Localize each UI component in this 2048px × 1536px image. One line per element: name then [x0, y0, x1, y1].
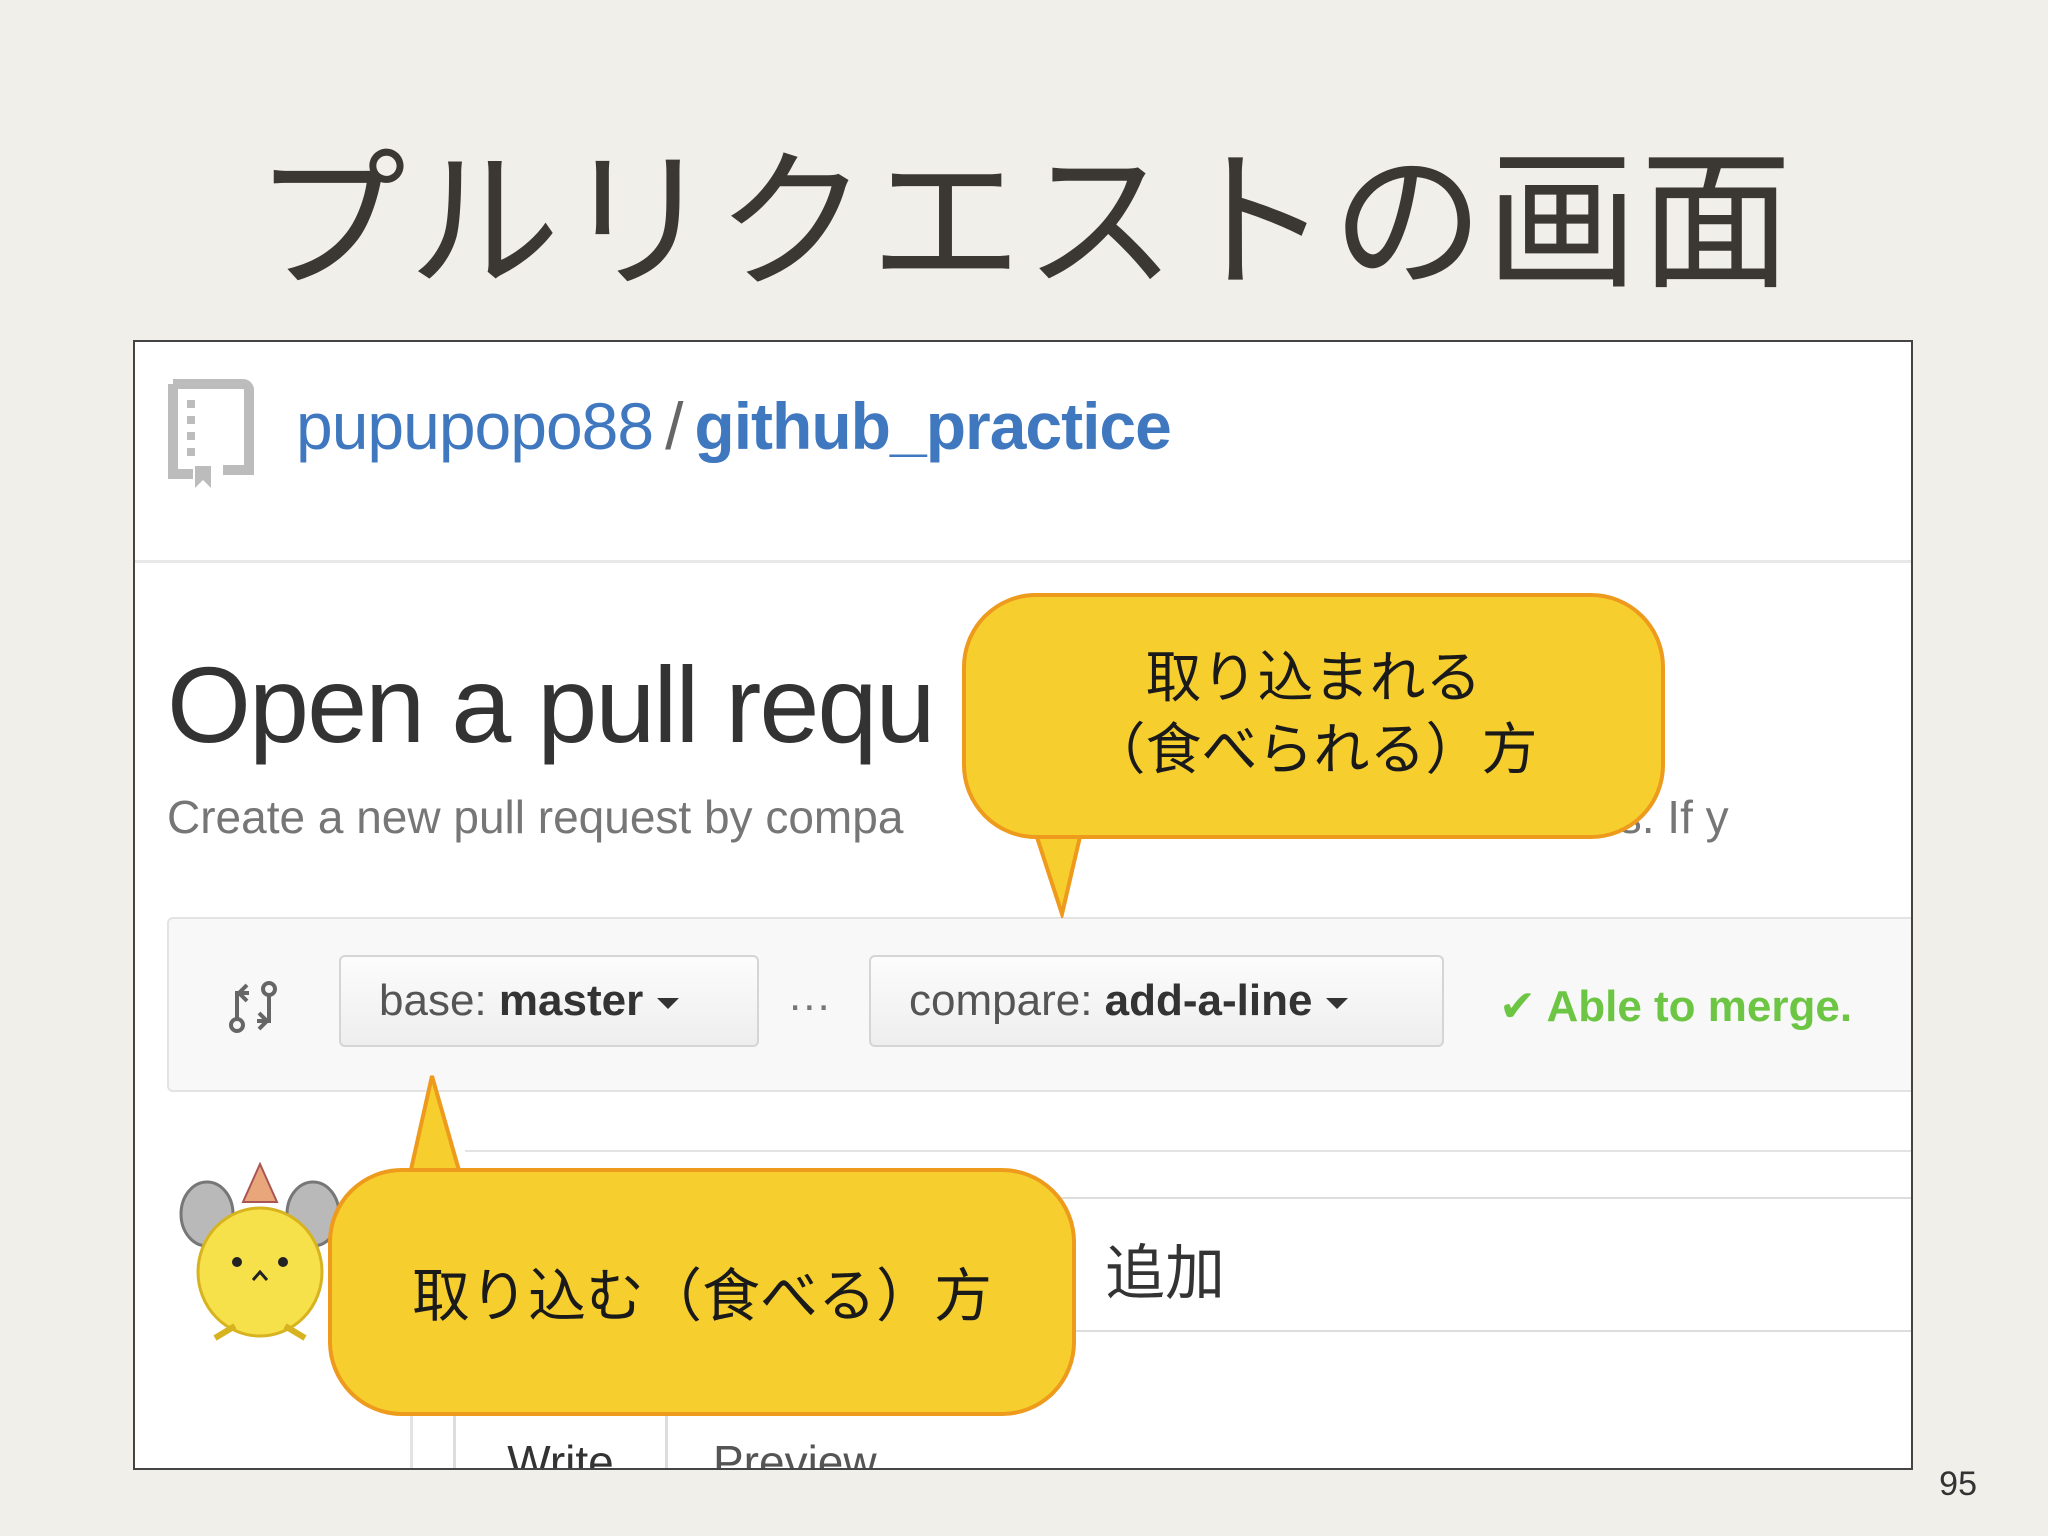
repo-header: pupupopo88/github_practice — [135, 342, 1911, 563]
repo-name-link[interactable]: github_practice — [694, 389, 1171, 463]
base-value: master — [498, 976, 644, 1025]
chevron-down-icon — [657, 997, 680, 1009]
subtitle-text: Create a new pull request by compa — [167, 791, 904, 843]
callout-bottom-tail — [408, 1075, 462, 1176]
page-number: 95 — [1939, 1465, 1977, 1503]
compare-label: compare: — [909, 976, 1093, 1025]
callout-top: 取り込まれる （食べられる）方 — [962, 593, 1665, 839]
tab-write[interactable]: Write — [453, 1412, 668, 1468]
tab-preview[interactable]: Preview — [713, 1412, 877, 1468]
base-label: base: — [379, 976, 487, 1025]
callout-top-line1: 取り込まれる — [1145, 646, 1482, 711]
pr-title-value: 追加 — [1105, 1239, 1225, 1309]
compare-value: add-a-line — [1104, 976, 1313, 1025]
merge-status: ✔ Able to merge. — [1499, 982, 1853, 1031]
callout-bottom: 取り込む（食べる）方 — [328, 1168, 1076, 1416]
repo-path-separator: / — [665, 389, 683, 463]
callout-top-tail — [1032, 826, 1084, 918]
editor-tabs: Write Preview — [410, 1412, 1911, 1468]
repo-book-icon — [168, 379, 254, 488]
slide-title: プルリクエストの画面 — [254, 134, 1794, 311]
callout-top-line2: （食べられる）方 — [1089, 718, 1538, 783]
compare-branch-select[interactable]: compare: add-a-line — [869, 955, 1444, 1047]
callout-bottom-text: 取り込む（食べる）方 — [411, 1262, 992, 1330]
branch-range-bar: base: master ... compare: add-a-line ✔ A… — [167, 917, 1911, 1092]
page-heading: Open a pull requ — [167, 644, 936, 765]
compare-arrows-icon — [229, 981, 277, 1033]
range-ellipsis: ... — [789, 971, 832, 1020]
base-branch-select[interactable]: base: master — [339, 955, 759, 1047]
repo-owner-link[interactable]: pupupopo88 — [296, 389, 654, 463]
repo-path: pupupopo88/github_practice — [296, 388, 1172, 464]
chevron-down-icon — [1326, 997, 1349, 1009]
avatar — [179, 1162, 341, 1341]
